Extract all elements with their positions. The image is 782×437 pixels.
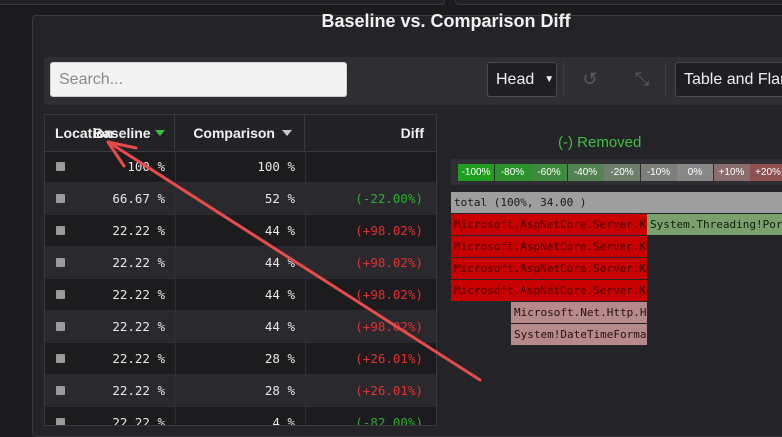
flame-frame[interactable]: Microsoft.Net.Http.Headers (511, 302, 647, 323)
head-dropdown-label: Head (496, 70, 535, 88)
baseline-cell: 22.22 % (112, 287, 165, 302)
comparison-cell: 100 % (257, 159, 295, 174)
table-row[interactable]: 66.67 % 52 % (-22.00%) (45, 183, 436, 215)
baseline-cell: 22.22 % (112, 383, 165, 398)
baseline-cell: 22.22 % (112, 223, 165, 238)
comparison-cell: 44 % (264, 223, 295, 238)
scale-swatch: -60% (531, 164, 567, 181)
column-divider (305, 151, 306, 425)
diff-cell: (+26.01%) (355, 351, 423, 366)
undo-icon: ↺ (582, 69, 598, 89)
flame-frame[interactable]: Microsoft.AspNetCore.Server.Kestrel (451, 280, 647, 301)
table-row[interactable]: 22.22 % 28 % (+26.01%) (45, 343, 436, 375)
comparison-cell: 4 % (272, 415, 295, 426)
column-header-diff[interactable]: Diff (305, 115, 436, 151)
scale-swatch: -10% (640, 164, 677, 181)
comparison-cell: 28 % (264, 351, 295, 366)
diff-cell: (+98.02%) (355, 255, 423, 270)
comparison-cell: 28 % (264, 383, 295, 398)
diff-cell: (-22.00%) (355, 191, 423, 206)
view-mode-dropdown[interactable]: Table and Flame (675, 62, 782, 97)
scale-swatch: 0% (677, 164, 713, 181)
head-dropdown[interactable]: Head ▼ (487, 62, 557, 97)
table-row[interactable]: 22.22 % 28 % (+26.01%) (45, 375, 436, 407)
removed-legend-label: (-) Removed (558, 134, 642, 151)
scale-swatch: -20% (604, 164, 640, 181)
table-row[interactable]: 22.22 % 44 % (+98.02%) (45, 215, 436, 247)
search-input[interactable] (50, 62, 347, 97)
table-header: Location Baseline Comparison Diff (45, 115, 436, 152)
undo-button[interactable]: ↺ (573, 62, 607, 97)
scale-swatch: +10% (713, 164, 750, 181)
table-row[interactable]: 22.22 % 44 % (+98.02%) (45, 279, 436, 311)
flame-frame[interactable]: System!DateTimeFormat (511, 324, 647, 345)
diff-cell: (+98.02%) (355, 223, 423, 238)
scale-swatch: +20% (750, 164, 782, 181)
baseline-cell: 22.22 % (112, 255, 165, 270)
scale-swatch: -80% (494, 164, 531, 181)
flame-frame[interactable]: System.Threading!PortableThreadPool (647, 214, 782, 235)
view-mode-label: Table and Flame (684, 70, 782, 88)
diff-cell: (+98.02%) (355, 287, 423, 302)
scale-swatch: -100% (458, 164, 494, 181)
column-header-comparison-label: Comparison (193, 125, 275, 141)
chevron-down-icon: ▼ (544, 74, 555, 85)
baseline-cell: 100 % (127, 159, 165, 174)
toolbar-separator (563, 62, 564, 97)
comparison-cell: 52 % (264, 191, 295, 206)
scale-swatch: -40% (567, 164, 604, 181)
comparison-cell: 44 % (264, 287, 295, 302)
column-header-comparison[interactable]: Comparison (175, 115, 305, 151)
flame-frame[interactable]: Microsoft.AspNetCore.Server.Kestrel (451, 214, 647, 235)
flame-frame[interactable]: total (100%, 34.00 ) (451, 192, 782, 213)
flame-frame[interactable]: Microsoft.AspNetCore.Server.Kestrel (451, 258, 647, 279)
upper-card-left (0, 0, 445, 5)
diff-cell (305, 151, 423, 182)
toolbar-separator (665, 62, 666, 97)
diff-cell: (+26.01%) (355, 383, 423, 398)
baseline-cell: 22.22 % (112, 351, 165, 366)
sort-descending-icon (155, 130, 165, 136)
diff-cell: (-82.00%) (355, 415, 423, 426)
column-divider (175, 151, 176, 425)
collapse-button[interactable]: ⤡ (625, 62, 659, 97)
flame-frame[interactable]: Microsoft.AspNetCore.Server.Kestrel (451, 236, 647, 257)
table-row[interactable]: 100 % 100 % (45, 151, 436, 183)
collapse-icon: ⤡ (634, 69, 650, 89)
comparison-cell: 44 % (264, 255, 295, 270)
upper-card-right (455, 0, 782, 5)
baseline-cell: 22.22 % (112, 415, 165, 426)
diff-cell: (+98.02%) (355, 319, 423, 334)
diff-table: Location Baseline Comparison Diff 100 % 1… (44, 114, 437, 426)
sort-icon (282, 130, 292, 136)
baseline-cell: 22.22 % (112, 319, 165, 334)
table-row[interactable]: 22.22 % 44 % (+98.02%) (45, 311, 436, 343)
comparison-cell: 44 % (264, 319, 295, 334)
column-header-diff-label: Diff (400, 125, 424, 141)
column-header-baseline[interactable]: Location Baseline (45, 115, 175, 151)
diff-color-scale: -100% -80% -60% -40% -20% -10% 0% +10% +20% (451, 159, 782, 185)
panel-title: Baseline vs. Comparison Diff (321, 11, 571, 31)
baseline-cell: 66.67 % (112, 191, 165, 206)
table-row[interactable]: 22.22 % 4 % (-82.00%) (45, 407, 436, 426)
column-header-baseline-label: Baseline (93, 125, 151, 141)
table-row[interactable]: 22.22 % 44 % (+98.02%) (45, 247, 436, 279)
